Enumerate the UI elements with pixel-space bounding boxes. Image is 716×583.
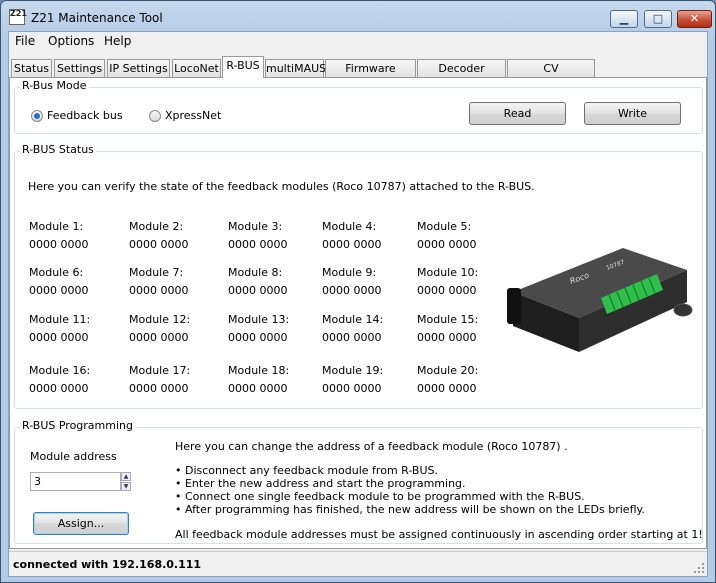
module-value-1: 0000 0000 — [29, 238, 89, 251]
module-value-4: 0000 0000 — [322, 238, 382, 251]
tab-firmware-update[interactable]: Firmware update — [325, 59, 416, 92]
module-value-8: 0000 0000 — [228, 284, 288, 297]
menu-help[interactable]: Help — [104, 34, 131, 48]
tab-status[interactable]: Status — [11, 59, 52, 78]
menu-options[interactable]: Options — [48, 34, 94, 48]
tab-strip: Status Settings IP Settings LocoNet R-BU… — [9, 56, 707, 92]
rbus-programming-group: R-BUS Programming Module address 3 ▲ ▼ A… — [14, 419, 703, 544]
tab-decoder-update[interactable]: Decoder update — [417, 59, 506, 92]
programming-step-4: • After programming has finished, the ne… — [175, 503, 645, 516]
module-label-8: Module 8: — [228, 266, 283, 279]
module-label-6: Module 6: — [29, 266, 84, 279]
module-value-15: 0000 0000 — [417, 331, 477, 344]
menu-bar: File Options Help — [9, 32, 707, 52]
close-icon: ✕ — [689, 12, 700, 25]
module-label-20: Module 20: — [417, 364, 479, 377]
rbus-programming-title: R-BUS Programming — [20, 419, 135, 432]
module-address-label: Module address — [30, 450, 117, 463]
module-value-7: 0000 0000 — [129, 284, 189, 297]
module-label-7: Module 7: — [129, 266, 184, 279]
programming-step-2: • Enter the new address and start the pr… — [175, 477, 466, 490]
mounting-tab-icon — [673, 303, 693, 317]
tab-rbus[interactable]: R-BUS — [222, 56, 264, 78]
app-icon: Z21 — [9, 9, 27, 25]
read-button[interactable]: Read — [469, 102, 566, 125]
module-value-19: 0000 0000 — [322, 382, 382, 395]
connection-status: connected with 192.168.0.111 — [13, 558, 202, 571]
tab-multimaus[interactable]: multiMAUS — [265, 59, 326, 78]
tab-cv-programming[interactable]: CV Programming — [507, 59, 595, 92]
main-window: Z21 Z21 Maintenance Tool ▁ □ ✕ File Opti… — [0, 0, 716, 583]
xpressnet-radio[interactable] — [149, 110, 161, 122]
module-value-5: 0000 0000 — [417, 238, 477, 251]
module-value-11: 0000 0000 — [29, 331, 89, 344]
rbus-status-title: R-BUS Status — [20, 143, 96, 156]
rbus-status-group: R-BUS Status Here you can verify the sta… — [14, 143, 703, 409]
module-label-15: Module 15: — [417, 313, 479, 326]
module-label-17: Module 17: — [129, 364, 191, 377]
rbus-mode-title: R-Bus Mode — [20, 79, 89, 92]
write-button[interactable]: Write — [584, 102, 681, 125]
programming-step-3: • Connect one single feedback module to … — [175, 490, 585, 503]
close-button[interactable]: ✕ — [677, 10, 712, 28]
module-label-2: Module 2: — [129, 220, 184, 233]
module-label-10: Module 10: — [417, 266, 479, 279]
minimize-button[interactable]: ▁ — [610, 10, 638, 28]
title-bar[interactable]: Z21 Z21 Maintenance Tool ▁ □ ✕ — [1, 1, 715, 31]
module-address-input[interactable]: 3 — [30, 472, 121, 491]
programming-note: All feedback module addresses must be as… — [175, 528, 703, 541]
module-label-5: Module 5: — [417, 220, 472, 233]
tab-loconet[interactable]: LocoNet — [172, 59, 221, 78]
rbus-tab-page: R-Bus Mode Feedback bus XpressNet Read W… — [9, 77, 707, 549]
assign-button[interactable]: Assign... — [33, 512, 129, 535]
module-label-14: Module 14: — [322, 313, 384, 326]
spin-down-button[interactable]: ▼ — [121, 482, 131, 491]
module-label-18: Module 18: — [228, 364, 290, 377]
rbus-status-description: Here you can verify the state of the fee… — [28, 180, 535, 193]
tab-settings[interactable]: Settings — [54, 59, 105, 78]
feedback-bus-label[interactable]: Feedback bus — [47, 109, 123, 122]
menu-file[interactable]: File — [15, 34, 35, 48]
maximize-button[interactable]: □ — [644, 10, 672, 28]
resize-grip-icon[interactable] — [693, 562, 705, 574]
minimize-icon: ▁ — [619, 12, 629, 25]
module-label-9: Module 9: — [322, 266, 377, 279]
module-value-6: 0000 0000 — [29, 284, 89, 297]
window-title: Z21 Maintenance Tool — [31, 11, 163, 25]
maximize-icon: □ — [652, 12, 664, 25]
module-value-9: 0000 0000 — [322, 284, 382, 297]
module-value-17: 0000 0000 — [129, 382, 189, 395]
feedback-module-image: Roco 10787 — [507, 248, 693, 352]
chevron-down-icon: ▼ — [123, 483, 129, 490]
module-label-19: Module 19: — [322, 364, 384, 377]
module-value-10: 0000 0000 — [417, 284, 477, 297]
programming-intro: Here you can change the address of a fee… — [175, 440, 568, 453]
module-label-4: Module 4: — [322, 220, 377, 233]
module-label-1: Module 1: — [29, 220, 84, 233]
module-label-12: Module 12: — [129, 313, 191, 326]
module-value-18: 0000 0000 — [228, 382, 288, 395]
rbus-mode-group: R-Bus Mode Feedback bus XpressNet Read W… — [14, 79, 703, 134]
module-value-13: 0000 0000 — [228, 331, 288, 344]
module-value-14: 0000 0000 — [322, 331, 382, 344]
module-label-11: Module 11: — [29, 313, 91, 326]
chevron-up-icon: ▲ — [123, 473, 129, 480]
spin-up-button[interactable]: ▲ — [121, 472, 131, 481]
module-label-16: Module 16: — [29, 364, 91, 377]
tab-ip-settings[interactable]: IP Settings — [107, 59, 170, 78]
module-value-2: 0000 0000 — [129, 238, 189, 251]
module-value-3: 0000 0000 — [228, 238, 288, 251]
client-area: File Options Help Status Settings IP Set… — [8, 31, 708, 577]
module-label-3: Module 3: — [228, 220, 283, 233]
left-connector-icon — [507, 288, 521, 324]
xpressnet-label[interactable]: XpressNet — [165, 109, 221, 122]
module-value-12: 0000 0000 — [129, 331, 189, 344]
status-bar: connected with 192.168.0.111 — [9, 551, 707, 576]
module-value-16: 0000 0000 — [29, 382, 89, 395]
feedback-bus-radio[interactable] — [31, 110, 43, 122]
programming-step-1: • Disconnect any feedback module from R-… — [175, 464, 439, 477]
module-value-20: 0000 0000 — [417, 382, 477, 395]
module-label-13: Module 13: — [228, 313, 290, 326]
